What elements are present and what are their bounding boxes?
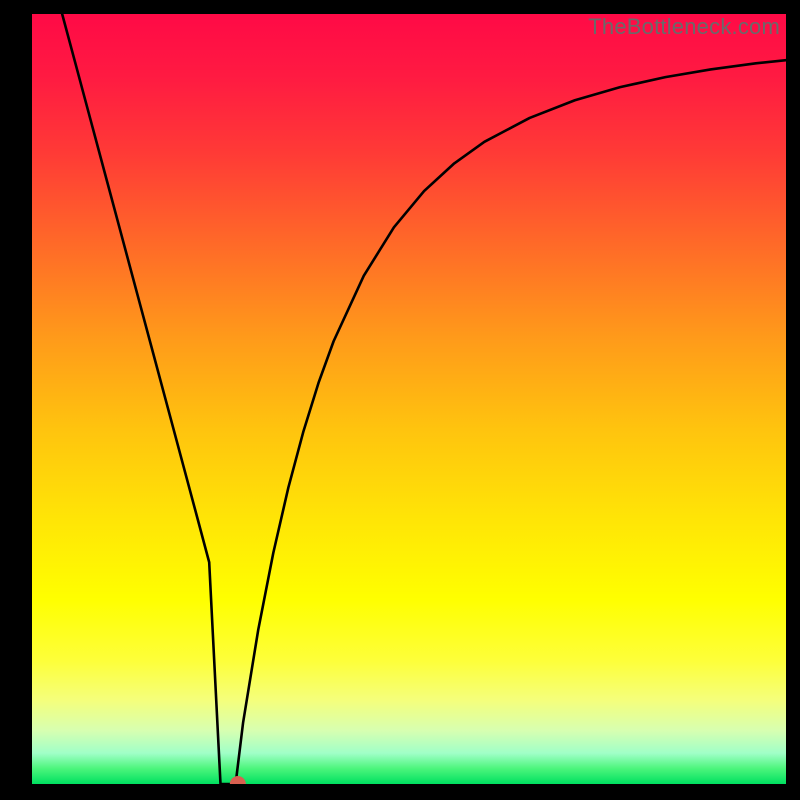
bottleneck-curve — [62, 14, 786, 784]
chart-frame: TheBottleneck.com — [0, 0, 800, 800]
optimum-marker — [230, 776, 246, 784]
plot-area: TheBottleneck.com — [32, 14, 786, 784]
curve-svg — [32, 14, 786, 784]
